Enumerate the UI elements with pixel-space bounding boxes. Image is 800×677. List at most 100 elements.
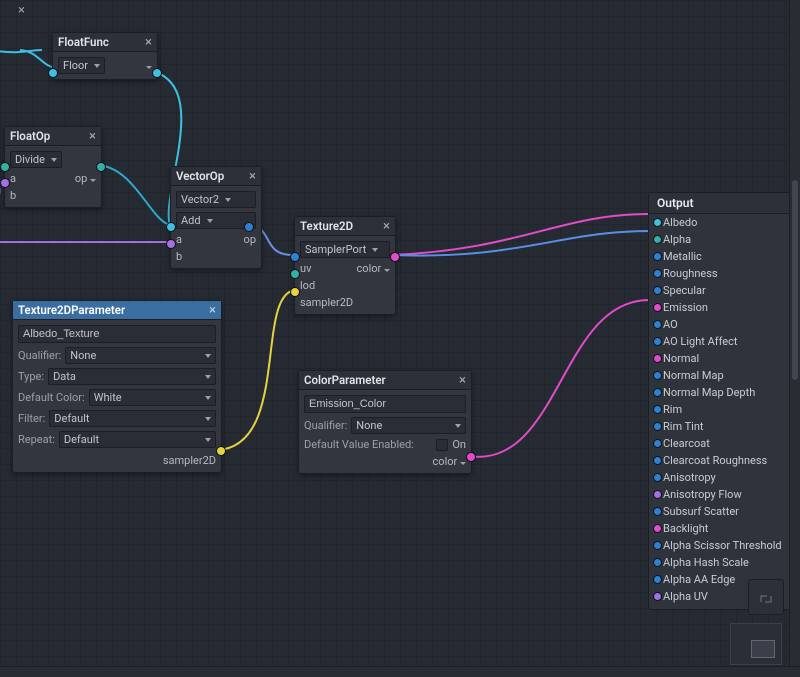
port-sampler2d-out[interactable] [216,446,226,456]
default-value-enabled-checkbox[interactable] [436,439,448,451]
port-dot[interactable] [653,422,662,431]
output-port-backlight[interactable]: Backlight [649,520,790,537]
port-op-out[interactable] [96,162,106,172]
output-port-clearcoat[interactable]: Clearcoat [649,435,790,452]
node-floatop[interactable]: FloatOp × Divide a op b [4,126,102,208]
output-port-alpha[interactable]: Alpha [649,231,790,248]
vertical-scrollbar[interactable] [789,0,800,677]
output-port-emission[interactable]: Emission [649,299,790,316]
port-dot[interactable] [653,337,662,346]
vertical-scrollbar-thumb[interactable] [792,180,798,380]
node-title-floatfunc[interactable]: FloatFunc × [53,33,157,52]
node-title-floatop[interactable]: FloatOp × [5,127,101,146]
port-dot[interactable] [653,303,662,312]
node-editor-canvas[interactable]: × FloatFunc × Floor FloatOp × [0,0,800,677]
sampler-port-dropdown[interactable]: SamplerPort [300,241,390,258]
port-dot[interactable] [653,507,662,516]
close-icon[interactable]: × [89,130,96,143]
output-port-subsurf-scatter[interactable]: Subsurf Scatter [649,503,790,520]
param-name-input[interactable] [304,395,466,413]
port-dot[interactable] [653,218,662,227]
close-icon[interactable]: × [209,304,216,317]
qualifier-dropdown[interactable]: None [65,347,216,364]
close-icon[interactable]: × [18,4,25,17]
node-floatfunc[interactable]: FloatFunc × Floor [52,32,158,80]
output-port-normal-map[interactable]: Normal Map [649,367,790,384]
port-dot[interactable] [653,473,662,482]
close-icon[interactable]: × [383,220,390,233]
minimap[interactable] [730,623,782,665]
port-dot[interactable] [653,269,662,278]
port-dot[interactable] [653,371,662,380]
port-color-out[interactable] [466,452,476,462]
port-dot[interactable] [653,592,662,601]
port-dot[interactable] [653,320,662,329]
output-port-ao[interactable]: AO [649,316,790,333]
node-title-texture2dparameter[interactable]: Texture2DParameter × [13,301,221,320]
node-colorparameter[interactable]: ColorParameter × Qualifier: None Default… [298,370,472,474]
port-a[interactable] [0,162,10,172]
floatfunc-fn-dropdown[interactable]: Floor [58,57,105,74]
output-port-ao-light-affect[interactable]: AO Light Affect [649,333,790,350]
port-op-out[interactable] [244,222,254,232]
port-b[interactable] [0,178,10,188]
horizontal-scrollbar[interactable] [0,666,800,677]
port-dot[interactable] [653,405,662,414]
output-port-albedo[interactable]: Albedo [649,214,790,231]
output-port-normal-map-depth[interactable]: Normal Map Depth [649,384,790,401]
qualifier-label: Qualifier: [18,349,61,362]
type-dropdown[interactable]: Data [48,368,216,385]
output-port-alpha-hash-scale[interactable]: Alpha Hash Scale [649,554,790,571]
close-icon[interactable]: × [459,374,466,387]
floatop-op-dropdown[interactable]: Divide [10,151,62,168]
output-port-rim-tint[interactable]: Rim Tint [649,418,790,435]
close-icon[interactable]: × [145,36,152,49]
port-dot[interactable] [653,286,662,295]
port-in[interactable] [48,68,58,78]
node-title-vectorop[interactable]: VectorOp × [171,167,261,186]
port-dot[interactable] [653,388,662,397]
close-icon[interactable]: × [249,170,256,183]
node-vectorop[interactable]: VectorOp × Vector2 Add a op b [170,166,262,269]
output-port-specular[interactable]: Specular [649,282,790,299]
port-dot[interactable] [653,235,662,244]
node-title-texture2d[interactable]: Texture2D × [295,217,395,236]
port-dot[interactable] [653,490,662,499]
qualifier-dropdown[interactable]: None [351,417,466,434]
output-port-metallic[interactable]: Metallic [649,248,790,265]
output-port-rim[interactable]: Rim [649,401,790,418]
output-port-alpha-scissor-threshold[interactable]: Alpha Scissor Threshold [649,537,790,554]
output-port-roughness[interactable]: Roughness [649,265,790,282]
node-texture2d[interactable]: Texture2D × SamplerPort uv color lod sam… [294,216,396,315]
output-port-clearcoat-roughness[interactable]: Clearcoat Roughness [649,452,790,469]
port-dot[interactable] [653,524,662,533]
filter-dropdown[interactable]: Default [49,410,216,427]
port-dot[interactable] [653,354,662,363]
vectorop-type-dropdown[interactable]: Vector2 [176,191,256,208]
port-out[interactable] [152,68,162,78]
port-dot[interactable] [653,439,662,448]
port-lod[interactable] [290,269,300,279]
minimap-viewport-rect[interactable] [751,640,775,658]
port-dot[interactable] [653,252,662,261]
node-output[interactable]: Output AlbedoAlphaMetallicRoughnessSpecu… [648,192,791,610]
port-dot[interactable] [653,541,662,550]
output-port-anisotropy[interactable]: Anisotropy [649,469,790,486]
repeat-dropdown[interactable]: Default [59,431,216,448]
port-a[interactable] [166,222,176,232]
output-port-anisotropy-flow[interactable]: Anisotropy Flow [649,486,790,503]
port-b[interactable] [166,239,176,249]
output-port-normal[interactable]: Normal [649,350,790,367]
default-color-dropdown[interactable]: White [89,389,216,406]
param-name-input[interactable] [18,325,216,343]
port-dot[interactable] [653,456,662,465]
port-uv[interactable] [290,252,300,262]
port-dot[interactable] [653,575,662,584]
node-texture2dparameter[interactable]: Texture2DParameter × Qualifier: None Typ… [12,300,222,473]
port-dot[interactable] [653,558,662,567]
output-port-label: Clearcoat Roughness [663,454,767,467]
node-title-colorparameter[interactable]: ColorParameter × [299,371,471,390]
port-color-out[interactable] [390,252,400,262]
viewport-picker-button[interactable] [748,579,784,615]
port-sampler2d[interactable] [290,287,300,297]
